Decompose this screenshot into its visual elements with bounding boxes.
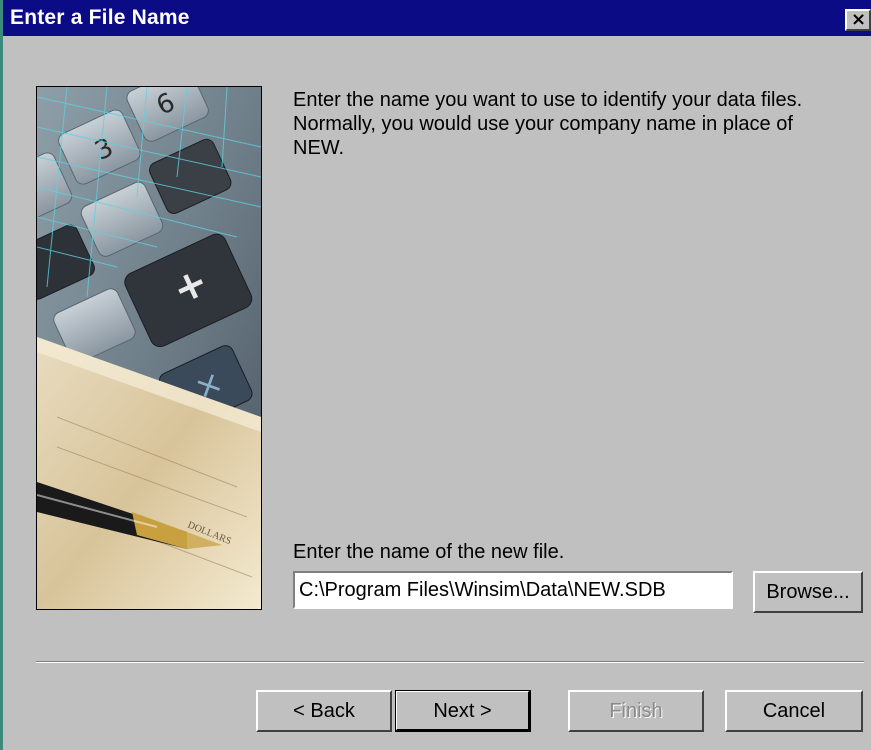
wizard-dialog: Enter a File Name × + × 3 6 DOLLARS Ente… <box>3 0 871 750</box>
close-button[interactable]: × <box>845 9 871 31</box>
dialog-title: Enter a File Name <box>10 6 190 29</box>
close-icon: × <box>851 9 867 30</box>
file-name-label: Enter the name of the new file. <box>293 541 565 563</box>
button-separator <box>36 661 864 663</box>
back-button[interactable]: < Back <box>256 690 392 732</box>
wizard-illustration: + × 3 6 DOLLARS <box>36 86 262 610</box>
instructions-text: Enter the name you want to use to identi… <box>293 89 803 159</box>
next-button[interactable]: Next > <box>395 690 531 732</box>
browse-button[interactable]: Browse... <box>753 571 863 613</box>
finish-button: Finish <box>568 690 704 732</box>
title-bar[interactable]: Enter a File Name × <box>3 0 871 36</box>
cancel-button[interactable]: Cancel <box>725 690 863 732</box>
file-name-input[interactable] <box>293 571 733 609</box>
